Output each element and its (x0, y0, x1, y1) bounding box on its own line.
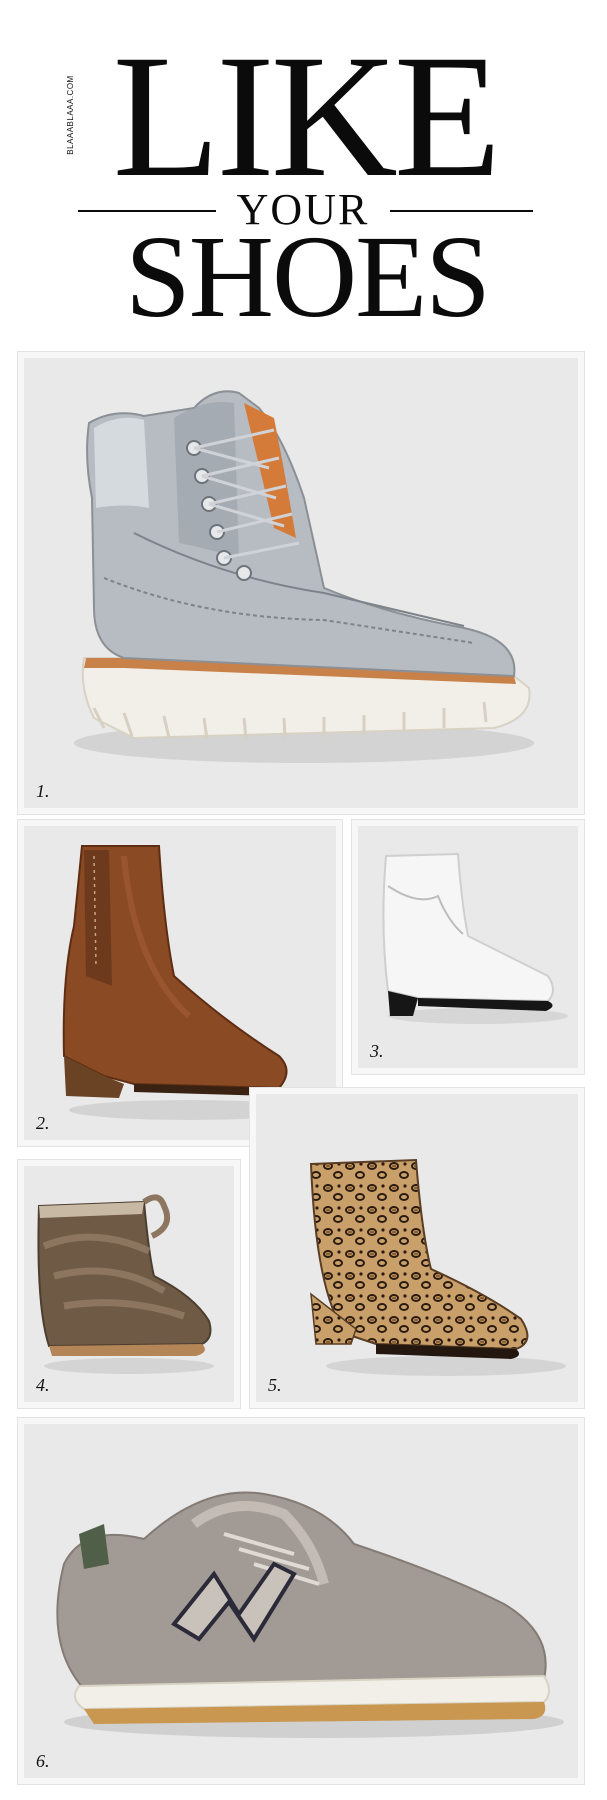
item-number-5: 5. (268, 1375, 282, 1395)
title-like: LIKE (112, 19, 502, 214)
page-header: BLAAABLAAA.COM LIKE YOUR SHOES (0, 0, 607, 340)
item-number-1: 1. (36, 781, 50, 801)
white-boot-illustration (382, 852, 568, 1024)
item-number-6: 6. (36, 1751, 50, 1771)
item-number-2: 2. (36, 1113, 50, 1133)
item-number-3: 3. (370, 1041, 384, 1061)
product-panel-1[interactable]: 1. (18, 352, 584, 814)
leopard-boot-illustration (309, 1158, 566, 1376)
suede-bootie-illustration (37, 1194, 214, 1374)
silver-boot-illustration (74, 390, 534, 763)
product-panel-6[interactable]: 6. (18, 1418, 584, 1784)
product-panel-5[interactable]: 5. (250, 1088, 584, 1408)
title-shoes: SHOES (125, 211, 491, 342)
product-panel-4[interactable]: 4. (18, 1160, 240, 1408)
product-panel-3[interactable]: 3. (352, 820, 584, 1074)
grey-sneaker-illustration (56, 1491, 564, 1738)
item-number-4: 4. (36, 1375, 50, 1395)
